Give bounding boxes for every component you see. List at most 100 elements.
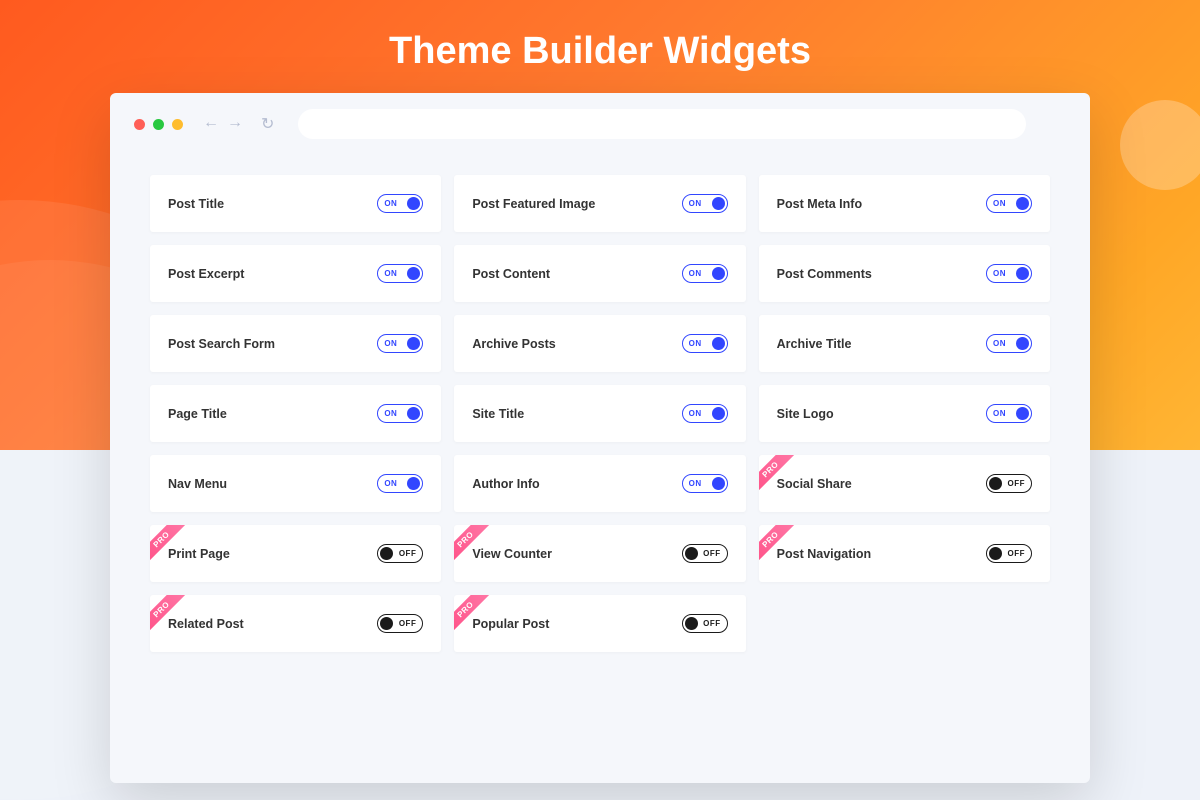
toggle-knob-icon [407, 337, 420, 350]
widget-toggle[interactable]: ON [682, 194, 728, 213]
toggle-label: ON [689, 199, 702, 208]
back-icon[interactable]: ← [203, 114, 219, 134]
toggle-label: ON [993, 199, 1006, 208]
toggle-label: OFF [399, 549, 417, 558]
widget-toggle[interactable]: ON [986, 264, 1032, 283]
widget-card: Site Title ON [454, 385, 745, 442]
toggle-knob-icon [712, 197, 725, 210]
widget-card: Author Info ON [454, 455, 745, 512]
toggle-knob-icon [712, 337, 725, 350]
toggle-knob-icon [1016, 197, 1029, 210]
widget-card: PROPrint PageOFF [150, 525, 441, 582]
widget-label: Site Logo [777, 407, 834, 421]
widget-card: Post Excerpt ON [150, 245, 441, 302]
widget-card: Post Featured Image ON [454, 175, 745, 232]
toggle-label: OFF [703, 619, 721, 628]
toggle-knob-icon [1016, 267, 1029, 280]
widget-label: Print Page [168, 547, 230, 561]
widget-toggle[interactable]: ON [986, 194, 1032, 213]
widget-toggle[interactable]: ON [377, 264, 423, 283]
widget-toggle[interactable]: OFF [377, 614, 423, 633]
toggle-knob-icon [712, 477, 725, 490]
toggle-label: OFF [399, 619, 417, 628]
widget-card: Page Title ON [150, 385, 441, 442]
traffic-lights [134, 119, 183, 130]
toggle-label: ON [993, 269, 1006, 278]
widget-toggle[interactable]: ON [682, 264, 728, 283]
widget-toggle[interactable]: ON [986, 334, 1032, 353]
widget-grid: Post TitleONPost Featured ImageONPost Me… [110, 155, 1090, 682]
widget-label: Post Featured Image [472, 197, 595, 211]
toggle-label: OFF [1008, 479, 1026, 488]
widget-card: Post Meta Info ON [759, 175, 1050, 232]
widget-toggle[interactable]: ON [377, 194, 423, 213]
toggle-label: ON [384, 479, 397, 488]
widget-label: Author Info [472, 477, 539, 491]
browser-window: ← → ↻ Post TitleONPost Featured ImageONP… [110, 93, 1090, 783]
window-maximize-icon[interactable] [172, 119, 183, 130]
toggle-label: ON [689, 479, 702, 488]
widget-card: PROView CounterOFF [454, 525, 745, 582]
toggle-knob-icon [380, 617, 393, 630]
widget-card: Post Search Form ON [150, 315, 441, 372]
widget-label: Social Share [777, 477, 852, 491]
widget-toggle[interactable]: OFF [377, 544, 423, 563]
widget-card: Site Logo ON [759, 385, 1050, 442]
widget-card: Post Comments ON [759, 245, 1050, 302]
toggle-knob-icon [989, 547, 1002, 560]
address-bar[interactable] [298, 109, 1026, 139]
reload-icon[interactable]: ↻ [261, 114, 274, 134]
widget-toggle[interactable]: ON [377, 334, 423, 353]
toggle-knob-icon [989, 477, 1002, 490]
widget-toggle[interactable]: ON [682, 404, 728, 423]
toggle-label: ON [384, 269, 397, 278]
toggle-label: ON [384, 409, 397, 418]
widget-toggle[interactable]: OFF [682, 544, 728, 563]
toggle-knob-icon [1016, 337, 1029, 350]
toggle-label: ON [689, 409, 702, 418]
widget-card: PROPopular PostOFF [454, 595, 745, 652]
widget-label: Post Title [168, 197, 224, 211]
widget-label: Post Meta Info [777, 197, 862, 211]
widget-card: Post Title ON [150, 175, 441, 232]
widget-toggle[interactable]: OFF [682, 614, 728, 633]
page-title: Theme Builder Widgets [0, 0, 1200, 93]
widget-label: View Counter [472, 547, 552, 561]
widget-toggle[interactable]: OFF [986, 544, 1032, 563]
widget-toggle[interactable]: ON [682, 334, 728, 353]
toggle-label: ON [993, 339, 1006, 348]
widget-toggle[interactable]: OFF [986, 474, 1032, 493]
widget-label: Site Title [472, 407, 524, 421]
widget-card: Archive Posts ON [454, 315, 745, 372]
forward-icon[interactable]: → [227, 114, 243, 134]
toggle-knob-icon [380, 547, 393, 560]
browser-chrome: ← → ↻ [110, 93, 1090, 155]
widget-label: Post Comments [777, 267, 872, 281]
toggle-label: ON [689, 339, 702, 348]
toggle-knob-icon [407, 197, 420, 210]
widget-label: Archive Title [777, 337, 852, 351]
widget-card: Post Content ON [454, 245, 745, 302]
widget-label: Post Excerpt [168, 267, 244, 281]
widget-label: Post Search Form [168, 337, 275, 351]
widget-label: Archive Posts [472, 337, 555, 351]
toggle-knob-icon [407, 267, 420, 280]
widget-toggle[interactable]: ON [682, 474, 728, 493]
toggle-knob-icon [407, 477, 420, 490]
toggle-label: ON [689, 269, 702, 278]
toggle-label: ON [384, 199, 397, 208]
toggle-knob-icon [1016, 407, 1029, 420]
widget-label: Related Post [168, 617, 244, 631]
window-minimize-icon[interactable] [153, 119, 164, 130]
toggle-knob-icon [685, 547, 698, 560]
widget-label: Page Title [168, 407, 227, 421]
window-close-icon[interactable] [134, 119, 145, 130]
widget-toggle[interactable]: ON [377, 404, 423, 423]
widget-card: PRORelated PostOFF [150, 595, 441, 652]
widget-toggle[interactable]: ON [986, 404, 1032, 423]
widget-toggle[interactable]: ON [377, 474, 423, 493]
widget-card: Nav MenuON [150, 455, 441, 512]
toggle-knob-icon [685, 617, 698, 630]
widget-label: Post Content [472, 267, 550, 281]
toggle-label: OFF [1008, 549, 1026, 558]
